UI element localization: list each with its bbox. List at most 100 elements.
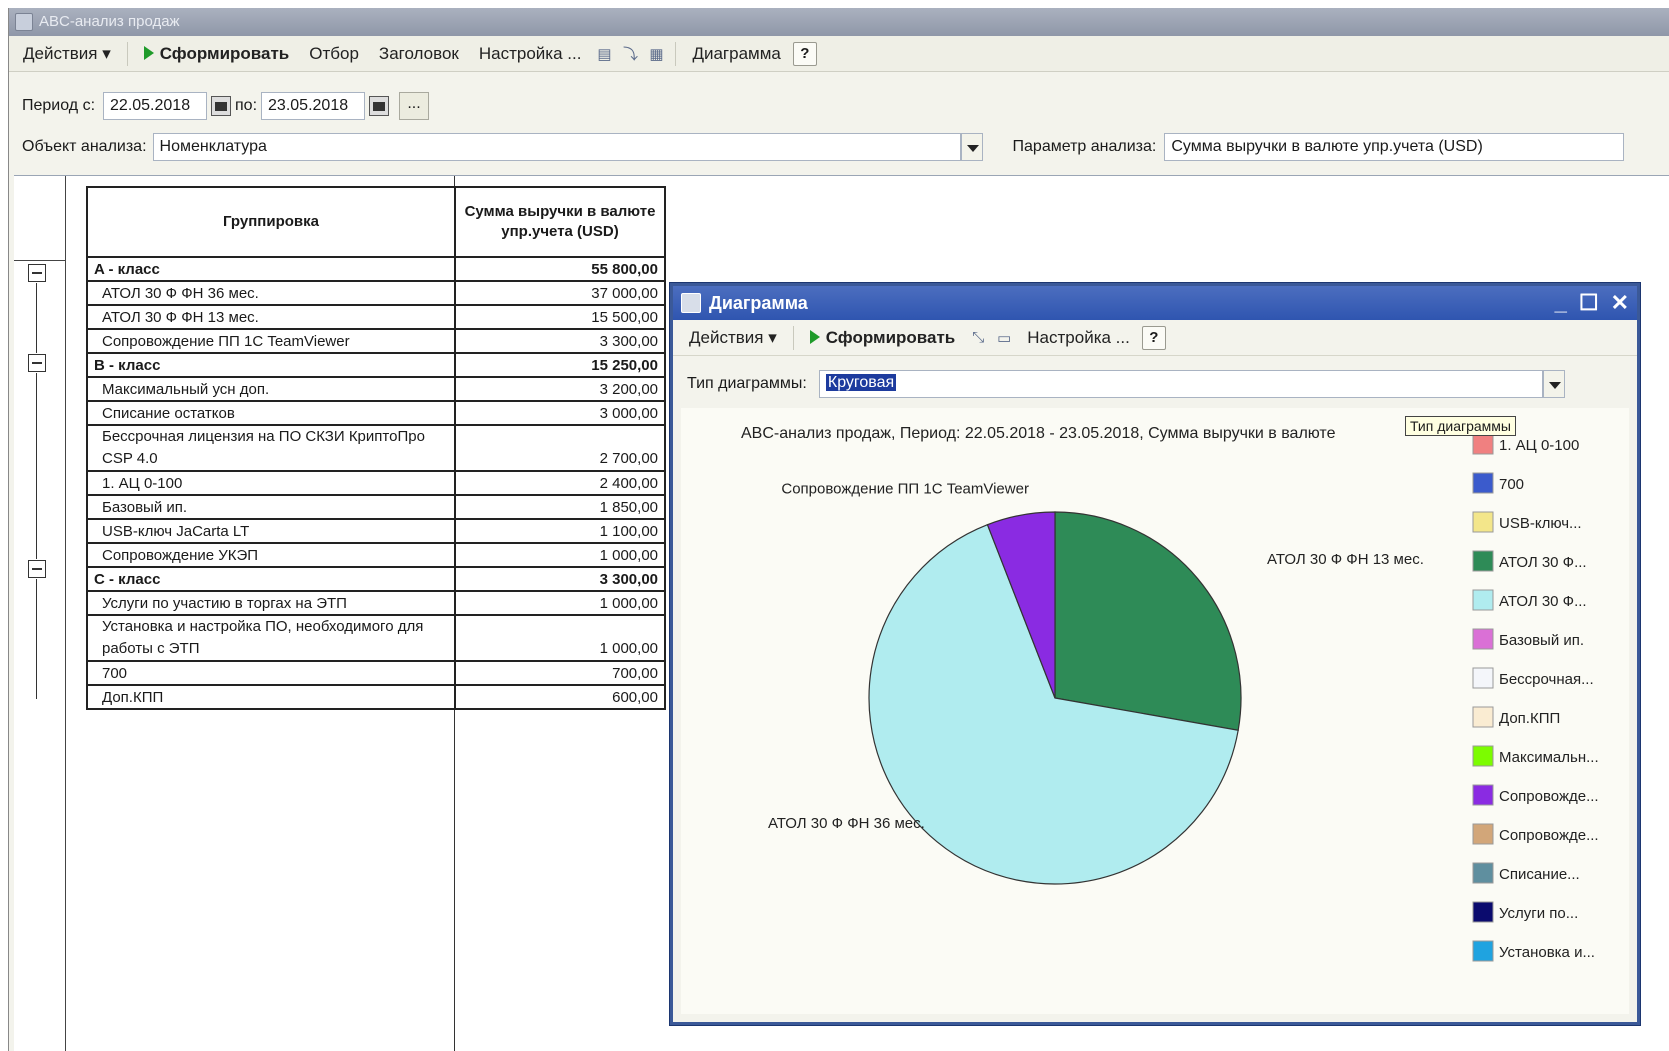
analysis-object-field[interactable]: Номенклатура: [152, 133, 961, 161]
minimize-icon[interactable]: _: [1555, 286, 1567, 320]
collapse-group-icon[interactable]: [28, 560, 46, 578]
legend-swatch: [1472, 706, 1494, 728]
legend-swatch: [1472, 667, 1494, 689]
row-amount: 37 000,00: [454, 280, 666, 306]
calendar-icon[interactable]: [369, 96, 390, 116]
table-row[interactable]: 1. АЦ 0-100 2 400,00: [86, 470, 666, 496]
date-to-field[interactable]: 23.05.2018: [261, 92, 366, 120]
chart-settings-button[interactable]: Настройка ...: [1019, 324, 1138, 352]
chart-draw-icon[interactable]: ⤡: [967, 327, 989, 349]
report-body: A - класс 55 800,00 АТОЛ 30 Ф ФН 36 мес. 37…: [86, 256, 666, 710]
legend-swatch: [1472, 862, 1494, 884]
date-from-field[interactable]: 22.05.2018: [103, 92, 208, 120]
chart-button[interactable]: Диаграмма: [684, 40, 788, 68]
table-row[interactable]: Бессрочная лицензия на ПО СКЗИ КриптоПро…: [86, 424, 666, 472]
table-row[interactable]: АТОЛ 30 Ф ФН 13 мес. 15 500,00: [86, 304, 666, 330]
class-group-row[interactable]: C - класс 3 300,00: [86, 566, 666, 592]
chevron-down-icon[interactable]: [1542, 370, 1565, 398]
row-name: АТОЛ 30 Ф ФН 13 мес.: [86, 304, 456, 330]
row-amount: 1 100,00: [454, 518, 666, 544]
row-amount: 700,00: [454, 660, 666, 686]
row-amount: 1 000,00: [454, 590, 666, 616]
actions-menu-button[interactable]: Действия ▾: [15, 40, 119, 68]
legend-swatch: [1472, 511, 1494, 533]
generate-button-label: Сформировать: [159, 43, 290, 63]
legend-label: Услуги по...: [1499, 905, 1578, 922]
chart-type-label: Тип диаграммы:: [687, 375, 807, 392]
settings-button[interactable]: Настройка ...: [471, 40, 590, 68]
report-outline-column: [14, 176, 66, 1051]
legend-label: Сопровожде...: [1499, 788, 1599, 805]
table-row[interactable]: Сопровождение УКЭП 1 000,00: [86, 542, 666, 568]
legend-swatch: [1472, 784, 1494, 806]
class-group-row[interactable]: A - класс 55 800,00: [86, 256, 666, 282]
chevron-down-icon[interactable]: [960, 133, 983, 161]
collapse-group-icon[interactable]: [28, 354, 46, 372]
legend-label: Списание...: [1499, 866, 1580, 883]
table-row[interactable]: Услуги по участию в торгах на ЭТП 1 000,0…: [86, 590, 666, 616]
analysis-param-field[interactable]: Сумма выручки в валюте упр.учета (USD): [1164, 133, 1625, 161]
copy-settings-icon[interactable]: ▤: [593, 43, 615, 65]
analysis-param-label: Параметр анализа:: [1012, 138, 1157, 155]
outline-line: [36, 283, 37, 353]
header-button[interactable]: Заголовок: [371, 40, 467, 68]
table-row[interactable]: USB-ключ JaCarta LT 1 100,00: [86, 518, 666, 544]
generate-button[interactable]: Сформировать: [136, 40, 298, 68]
row-amount: 1 850,00: [454, 494, 666, 520]
analysis-object-label: Объект анализа:: [22, 138, 147, 155]
row-amount: 600,00: [454, 684, 666, 710]
chart-generate-button[interactable]: Сформировать: [802, 324, 964, 352]
chart-toolbar: Действия ▾ Сформировать ⤡ ▭ Настройка ..…: [673, 320, 1637, 356]
chart-generate-label: Сформировать: [825, 327, 956, 347]
print-icon[interactable]: ▭: [993, 327, 1015, 349]
legend-label: USB-ключ...: [1499, 515, 1582, 532]
calendar-icon[interactable]: [211, 96, 232, 116]
collapse-group-icon[interactable]: [28, 264, 46, 282]
grid-line: [14, 260, 66, 261]
row-amount: 3 000,00: [454, 400, 666, 426]
close-icon[interactable]: ✕: [1611, 286, 1629, 320]
table-row[interactable]: Установка и настройка ПО, необходимого д…: [86, 614, 666, 662]
chart-actions-menu-button[interactable]: Действия ▾: [681, 324, 785, 352]
table-row[interactable]: АТОЛ 30 Ф ФН 36 мес. 37 000,00: [86, 280, 666, 306]
maximize-icon[interactable]: ☐: [1579, 286, 1599, 320]
table-row[interactable]: Базовый ип. 1 850,00: [86, 494, 666, 520]
legend-swatch: [1472, 433, 1494, 455]
row-amount: 1 000,00: [454, 542, 666, 568]
table-row[interactable]: Доп.КПП 600,00: [86, 684, 666, 710]
pie-slice[interactable]: [1054, 511, 1242, 731]
main-titlebar: ABC-анализ продаж: [9, 8, 1669, 36]
class-group-row[interactable]: B - класс 15 250,00: [86, 352, 666, 378]
row-name: Установка и настройка ПО, необходимого д…: [86, 614, 456, 662]
legend-label: АТОЛ 30 Ф...: [1499, 593, 1587, 610]
help-button[interactable]: ?: [792, 41, 817, 66]
chart-title: ABC-анализ продаж, Период: 22.05.2018 - …: [741, 425, 1336, 442]
legend-swatch: [1472, 628, 1494, 650]
table-row[interactable]: 700 700,00: [86, 660, 666, 686]
slice-label: Сопровождение ПП 1С TeamViewer: [781, 480, 1029, 497]
play-icon: [143, 45, 154, 60]
row-name: USB-ключ JaCarta LT: [86, 518, 456, 544]
table-row[interactable]: Списание остатков 3 000,00: [86, 400, 666, 426]
legend-swatch: [1472, 901, 1494, 923]
legend-swatch: [1472, 745, 1494, 767]
period-select-button[interactable]: ...: [399, 92, 430, 120]
structure-icon[interactable]: ▦: [645, 43, 667, 65]
filter-button[interactable]: Отбор: [301, 40, 367, 68]
row-amount: 3 300,00: [454, 566, 666, 592]
row-name: Бессрочная лицензия на ПО СКЗИ КриптоПро…: [86, 424, 456, 472]
toolbar-separator: [792, 325, 794, 350]
table-row[interactable]: Сопровождение ПП 1С TeamViewer 3 300,00: [86, 328, 666, 354]
window-controls: _ ☐ ✕: [1555, 286, 1629, 320]
table-row[interactable]: Максимальный усн доп. 3 200,00: [86, 376, 666, 402]
row-name: Базовый ип.: [86, 494, 456, 520]
row-amount: 15 500,00: [454, 304, 666, 330]
legend-label: 1. АЦ 0-100: [1499, 437, 1579, 454]
outline-line: [36, 373, 37, 559]
period-from-label: Период с:: [22, 97, 96, 114]
chart-type-field[interactable]: Круговая: [818, 370, 1543, 398]
chart-help-button[interactable]: ?: [1141, 325, 1166, 350]
legend-label: Доп.КПП: [1499, 710, 1560, 727]
drilldown-icon[interactable]: ⤵: [619, 43, 641, 65]
slice-label: АТОЛ 30 Ф ФН 13 мес.: [1267, 551, 1424, 568]
